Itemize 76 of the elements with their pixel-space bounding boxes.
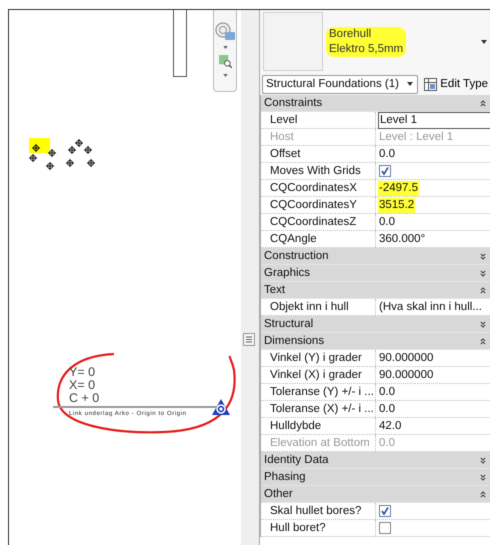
coordinate-text: Y= 0 xyxy=(69,366,96,379)
property-label: Vinkel (Y) i grader xyxy=(261,350,376,366)
property-value: 0.0 xyxy=(378,384,396,400)
collapse-icon[interactable] xyxy=(480,100,486,106)
dropdown-arrow-icon[interactable] xyxy=(481,40,487,44)
property-value: 42.0 xyxy=(378,418,402,434)
expand-icon[interactable] xyxy=(480,456,486,464)
group-title: Identity Data xyxy=(264,454,329,466)
group-header[interactable]: Constraints xyxy=(261,95,490,112)
property-label: Moves With Grids xyxy=(261,163,376,179)
collapse-icon[interactable] xyxy=(480,490,486,498)
steering-wheel-icon[interactable] xyxy=(215,22,235,40)
group-header[interactable]: Text xyxy=(261,282,490,299)
group-header[interactable]: Dimensions xyxy=(261,333,490,350)
group-header[interactable]: Construction xyxy=(261,248,490,265)
property-value: 360.000° xyxy=(378,232,426,246)
property-value: 0.0 xyxy=(378,146,396,162)
group-header[interactable]: Other xyxy=(261,486,490,503)
property-label: Offset xyxy=(261,146,376,162)
property-value: 0.0 xyxy=(378,402,396,416)
property-value: 0.0 xyxy=(378,214,396,230)
type-name: Borehull Elektro 5,5mm xyxy=(326,27,406,57)
property-label: Hulldybde xyxy=(261,418,376,434)
group-title: Constraints xyxy=(264,97,322,109)
group-header[interactable]: Graphics xyxy=(261,265,490,282)
property-label: Host xyxy=(261,129,376,145)
value-field[interactable]: Level 1 xyxy=(378,112,490,128)
property-label: CQCoordinatesZ xyxy=(261,214,376,230)
group-title: Text xyxy=(264,284,286,296)
coordinate-text: C + 0 xyxy=(69,392,100,405)
expand-icon[interactable] xyxy=(480,270,486,276)
property-label: Level xyxy=(261,112,376,128)
expand-icon[interactable] xyxy=(480,320,486,328)
list-icon[interactable] xyxy=(243,333,255,346)
expand-icon[interactable] xyxy=(480,474,486,480)
property-value: 90.000000 xyxy=(378,350,434,366)
property-label: Elevation at Bottom xyxy=(261,435,376,451)
property-label: Hull boret? xyxy=(261,520,376,536)
collapse-icon[interactable] xyxy=(480,338,486,344)
group-title: Dimensions xyxy=(264,335,324,347)
property-label: Skal hullet bores? xyxy=(261,503,376,519)
property-label: Toleranse (X) +/- i ... xyxy=(261,401,376,417)
checkbox[interactable] xyxy=(379,522,391,534)
group-title: Graphics xyxy=(264,267,310,279)
property-value: 3515.2 xyxy=(378,198,416,212)
property-value: (Hva skal inn i hull... xyxy=(378,300,483,314)
category-dropdown[interactable]: Structural Foundations (1) xyxy=(262,74,418,94)
edit-type-icon xyxy=(424,78,438,90)
checkbox[interactable] xyxy=(379,505,391,517)
group-title: Construction xyxy=(264,250,329,262)
property-label: Objekt inn i hull xyxy=(261,299,376,315)
group-header[interactable]: Phasing xyxy=(261,469,490,486)
property-label: Vinkel (X) i grader xyxy=(261,367,376,383)
collapse-icon[interactable] xyxy=(480,286,486,294)
group-header[interactable]: Identity Data xyxy=(261,452,490,469)
property-value: 0.0 xyxy=(378,436,396,450)
checkbox[interactable] xyxy=(379,165,391,177)
coordinate-text: X= 0 xyxy=(69,379,96,392)
caret-icon[interactable] xyxy=(222,46,228,49)
property-value: Level : Level 1 xyxy=(378,130,454,144)
group-title: Structural xyxy=(264,318,314,330)
expand-icon[interactable] xyxy=(480,252,486,260)
group-title: Other xyxy=(264,488,293,500)
property-label: CQAngle xyxy=(261,231,376,247)
caret-icon xyxy=(407,82,414,86)
zoom-icon[interactable] xyxy=(218,55,232,68)
group-title: Phasing xyxy=(264,471,306,483)
edit-type-button[interactable]: Edit Type xyxy=(422,74,490,94)
property-value: -2497.5 xyxy=(378,180,420,196)
link-symbol-icon xyxy=(211,398,231,416)
property-label: CQCoordinatesX xyxy=(261,180,376,196)
caret-icon[interactable] xyxy=(222,74,228,77)
property-label: CQCoordinatesY xyxy=(261,197,376,213)
property-label: Toleranse (Y) +/- i ... xyxy=(261,384,376,400)
property-value: 90.000000 xyxy=(378,368,434,382)
group-header[interactable]: Structural xyxy=(261,316,490,333)
